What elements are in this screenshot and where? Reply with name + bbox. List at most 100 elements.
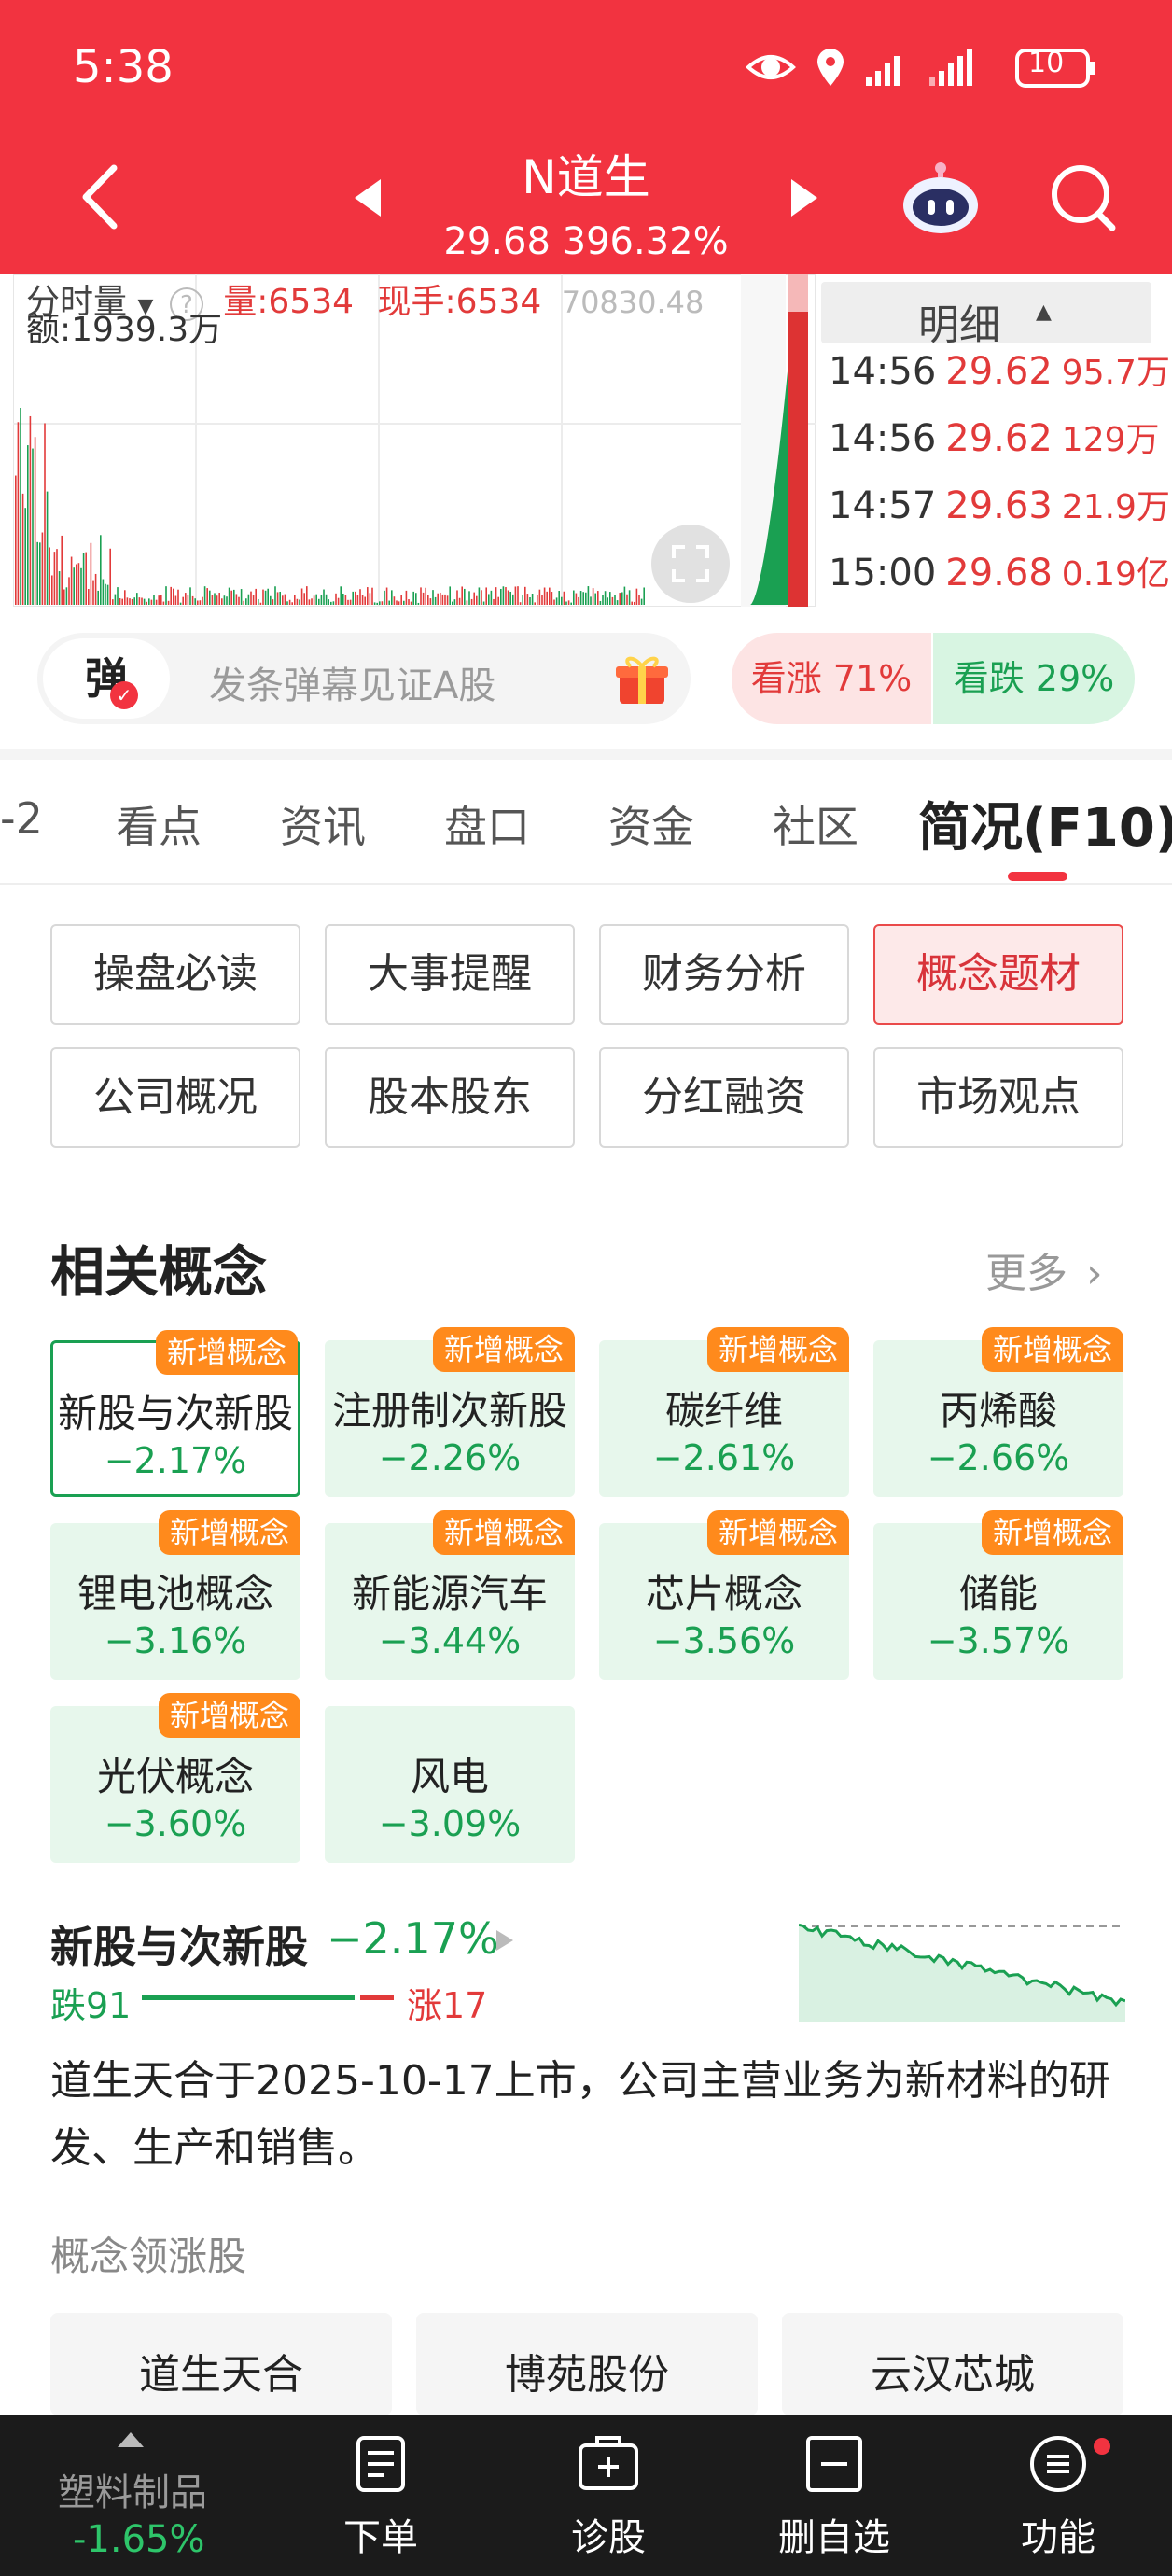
concept-card[interactable]: 新增概念 丙烯酸 −2.66%	[873, 1327, 1123, 1497]
volume-bar	[85, 552, 87, 605]
vote-up-button[interactable]: 看涨 71%	[732, 633, 931, 724]
fullscreen-button[interactable]	[651, 525, 730, 603]
tab-capital[interactable]: 资金	[608, 793, 694, 855]
volume-bar	[102, 579, 105, 605]
volume-bar	[288, 599, 291, 605]
f10-button[interactable]: 分红融资	[599, 1047, 849, 1148]
nav-order[interactable]: 下单	[297, 2415, 465, 2576]
leading-stock[interactable]: 云汉芯城	[782, 2313, 1123, 2415]
volume-bar	[400, 595, 402, 605]
leading-stock[interactable]: 博苑股份	[416, 2313, 758, 2415]
f10-button[interactable]: 大事提醒	[325, 924, 575, 1025]
leading-stock[interactable]: 道生天合	[50, 2313, 392, 2415]
volume-bar	[616, 600, 619, 605]
danmu-toggle-button[interactable]: 弹 ✓	[43, 638, 170, 719]
volume-bar	[112, 599, 114, 605]
tab-highlights[interactable]: 看点	[116, 793, 202, 855]
volume-bar	[174, 595, 177, 605]
volume-bar	[202, 596, 203, 605]
volume-bar	[320, 594, 323, 605]
volume-bar	[332, 601, 335, 605]
detail-time: 14:57	[829, 484, 937, 527]
detail-volume: 0.19亿	[1061, 555, 1170, 594]
concept-card[interactable]: 新增概念 光伏概念 −3.60%	[50, 1693, 300, 1863]
volume-bar	[197, 600, 199, 605]
volume-bar	[162, 601, 165, 605]
tab-orderbook[interactable]: 盘口	[444, 793, 530, 855]
concept-name: 芯片概念	[645, 1571, 802, 1617]
concept-card[interactable]: 风电 −3.09%	[325, 1706, 575, 1863]
volume-bar	[240, 589, 243, 605]
location-icon	[817, 49, 844, 86]
next-stock-icon[interactable]	[789, 177, 819, 218]
volume-bar	[100, 535, 102, 605]
concept-card[interactable]: 新增概念 锂电池概念 −3.16%	[50, 1510, 300, 1680]
f10-button[interactable]: 财务分析	[599, 924, 849, 1025]
f10-button[interactable]: 股本股东	[325, 1047, 575, 1148]
concept-card-selected[interactable]: 新增概念 新股与次新股 −2.17%	[50, 1330, 300, 1497]
nav-remove-watchlist[interactable]: 删自选	[750, 2415, 918, 2576]
concept-card[interactable]: 新增概念 注册制次新股 −2.26%	[325, 1327, 575, 1497]
danmu-input-bar[interactable]: 弹 ✓ 发条弹幕见证A股	[37, 633, 691, 724]
volume-bar	[141, 597, 143, 605]
nav-functions[interactable]: 功能	[974, 2415, 1142, 2576]
detail-header[interactable]: 明细 ▲	[821, 282, 1151, 349]
tab-f10-overview[interactable]: 简况(F10)	[918, 786, 1172, 861]
volume-bar	[221, 598, 223, 605]
volume-bar	[640, 598, 643, 605]
f10-button[interactable]: 公司概况	[50, 1047, 300, 1148]
volume-bar	[131, 598, 133, 605]
concept-card[interactable]: 新增概念 储能 −3.57%	[873, 1510, 1123, 1680]
volume-bar	[585, 592, 587, 605]
trade-detail-panel[interactable]: 明细 ▲ 14:56 29.62 95.7万 14:56 29.62 129万 14:5…	[821, 274, 1170, 607]
tab-news[interactable]: 资讯	[280, 793, 366, 855]
volume-bar	[39, 542, 41, 605]
gift-icon[interactable]	[614, 651, 670, 707]
volume-bar	[634, 601, 635, 605]
volume-bar	[398, 601, 400, 605]
concept-name: 储能	[958, 1571, 1038, 1617]
vote-down-button[interactable]: 看跌 29%	[933, 633, 1135, 724]
volume-bar	[167, 600, 170, 605]
sector-name[interactable]: 塑料制品	[58, 2462, 207, 2516]
concept-card[interactable]: 新增概念 芯片概念 −3.56%	[599, 1510, 849, 1680]
caret-up-icon[interactable]	[118, 2432, 144, 2447]
volume-bar	[623, 586, 626, 605]
f10-button[interactable]: 操盘必读	[50, 924, 300, 1025]
volume-bar	[276, 592, 279, 605]
volume-bar	[41, 532, 44, 605]
concept-summary-name[interactable]: 新股与次新股	[50, 1913, 308, 1975]
back-icon[interactable]	[78, 164, 121, 230]
f10-button[interactable]: 市场观点	[873, 1047, 1123, 1148]
volume-bar	[206, 588, 208, 605]
volume-bar	[90, 542, 92, 605]
intraday-chart[interactable]: 分时量 ▼ ? 量:6534 现手:6534 70830.48 额:1939.3…	[0, 274, 1172, 609]
search-icon[interactable]	[1049, 162, 1118, 233]
more-link[interactable]: 更多 ›	[985, 1239, 1103, 1299]
volume-bar	[58, 571, 61, 605]
concept-card[interactable]: 新增概念 碳纤维 −2.61%	[599, 1327, 849, 1497]
volume-bar	[514, 586, 517, 605]
volume-bar	[500, 588, 502, 605]
nav-diagnose[interactable]: 诊股	[524, 2415, 692, 2576]
robot-assistant-icon[interactable]	[900, 159, 982, 237]
volume-bar	[408, 599, 410, 605]
tab-partial[interactable]: -2	[0, 793, 43, 844]
volume-bar	[371, 587, 373, 605]
danmu-placeholder[interactable]: 发条弹幕见证A股	[209, 655, 495, 709]
nav-label: 功能	[1021, 2516, 1095, 2559]
volume-bar	[247, 594, 250, 605]
volume-bar	[97, 590, 99, 605]
volume-bar	[252, 595, 255, 605]
volume-bar	[611, 596, 614, 605]
concept-card[interactable]: 新增概念 新能源汽车 −3.44%	[325, 1510, 575, 1680]
concept-sparkline[interactable]	[799, 1913, 1125, 2022]
play-icon[interactable]	[496, 1930, 513, 1951]
concept-name: 丙烯酸	[939, 1388, 1057, 1434]
volume-bar	[599, 600, 602, 605]
volume-bar	[412, 591, 414, 605]
tab-community[interactable]: 社区	[773, 793, 858, 855]
volume-bar	[94, 573, 97, 605]
f10-button-selected[interactable]: 概念题材	[873, 924, 1123, 1025]
volume-bar	[44, 423, 46, 605]
